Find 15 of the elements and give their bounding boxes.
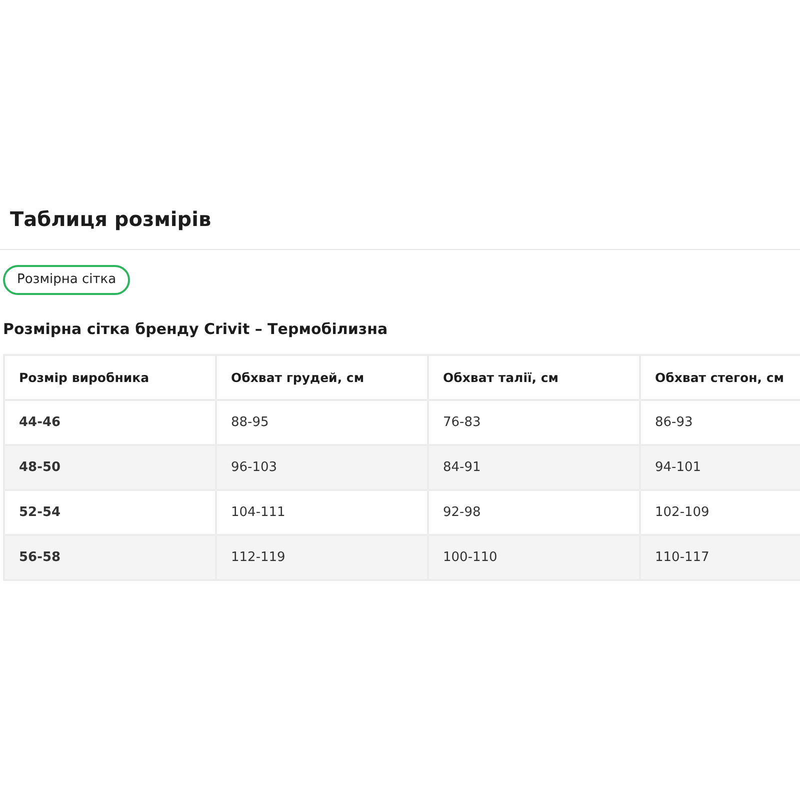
- table-cell: 100-110: [428, 535, 640, 580]
- column-header: Обхват талії, см: [428, 355, 640, 400]
- table-cell: 84-91: [428, 445, 640, 490]
- page-title: Таблиця розмірів: [10, 206, 212, 233]
- table-cell: 56-58: [4, 535, 216, 580]
- table-cell: 110-117: [640, 535, 800, 580]
- table-heading: Розмірна сітка бренду Crivit – Термобілизна: [3, 319, 388, 339]
- table-cell: 112-119: [216, 535, 428, 580]
- table-cell: 48-50: [4, 445, 216, 490]
- column-header: Розмір виробника: [4, 355, 216, 400]
- column-header: Обхват грудей, см: [216, 355, 428, 400]
- table-cell: 94-101: [640, 445, 800, 490]
- column-header: Обхват стегон, см: [640, 355, 800, 400]
- size-grid-tab[interactable]: Розмірна сітка: [3, 265, 130, 295]
- table-cell: 96-103: [216, 445, 428, 490]
